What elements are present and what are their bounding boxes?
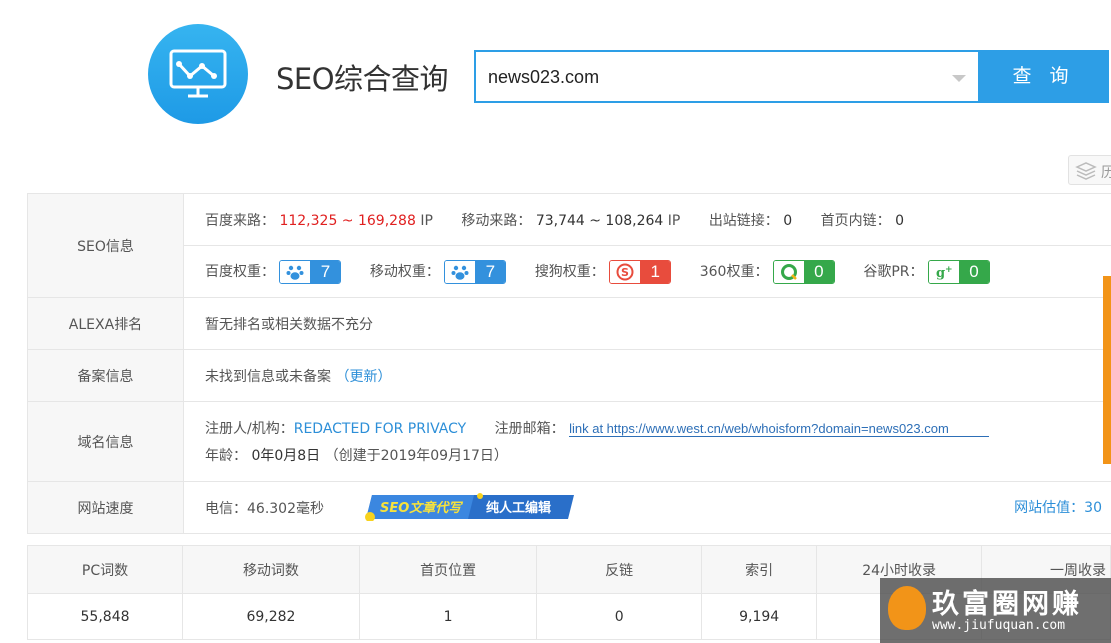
watermark-title: 玖富圈网赚 bbox=[932, 589, 1082, 620]
monitor-chart-icon bbox=[169, 49, 227, 98]
domain-row: 注册人/机构：REDACTED FOR PRIVACY 注册邮箱： link a… bbox=[183, 401, 1111, 482]
baidu-weight-badge[interactable]: 7 bbox=[279, 259, 342, 284]
registrant-label: 注册人/机构： bbox=[205, 420, 294, 437]
site-estimate-link[interactable]: 网站估值：30 bbox=[1014, 497, 1102, 517]
speed-value: 电信：46.302毫秒 bbox=[205, 500, 324, 517]
stats-value-pc[interactable]: 55,848 bbox=[26, 593, 184, 640]
site-logo[interactable] bbox=[148, 24, 248, 124]
mobile-traffic-value[interactable]: 73,744 ~ 108,264 bbox=[536, 213, 664, 229]
mobile-weight-label: 移动权重： bbox=[369, 263, 440, 280]
traffic-row: 百度来路： 112,325 ~ 169,288 IP 移动来路： 73,744 … bbox=[183, 193, 1111, 246]
mobile-weight-value: 7 bbox=[475, 260, 506, 283]
side-float-tab[interactable] bbox=[1103, 276, 1111, 464]
w360-label: 360权重： bbox=[699, 263, 769, 280]
stack-icon bbox=[1075, 162, 1097, 180]
sogou-weight-value: 1 bbox=[640, 260, 671, 283]
watermark-overlay: 玖富圈网赚 www.jiufuquan.com bbox=[880, 578, 1111, 643]
mobile-traffic-label: 移动来路： bbox=[461, 212, 532, 229]
beian-value: 未找到信息或未备案 bbox=[205, 368, 331, 385]
w360-badge[interactable]: 0 bbox=[772, 259, 835, 284]
stats-header-pc: PC词数 bbox=[26, 545, 184, 594]
created-date: （创建于2019年09月17日） bbox=[324, 447, 508, 464]
email-label: 注册邮箱： bbox=[494, 420, 565, 437]
internal-link-label: 首页内链： bbox=[820, 212, 891, 229]
sogou-weight-label: 搜狗权重： bbox=[534, 263, 605, 280]
outbound-value[interactable]: 0 bbox=[783, 213, 792, 229]
sogou-weight-badge[interactable]: S 1 bbox=[609, 259, 672, 284]
google-pr-badge[interactable]: g + 0 bbox=[927, 259, 990, 284]
baidu-traffic-value[interactable]: 112,325 ~ 169,288 bbox=[279, 213, 415, 229]
seo-article-banner[interactable]: SEO文章代写 纯人工编辑 bbox=[362, 493, 574, 521]
google-pr-label: 谷歌PR： bbox=[863, 263, 924, 280]
page-title: SEO综合查询 bbox=[276, 62, 449, 96]
alexa-label: ALEXA排名 bbox=[27, 297, 184, 350]
stats-value-mobile[interactable]: 69,282 bbox=[182, 593, 360, 640]
domain-label: 域名信息 bbox=[27, 401, 184, 482]
beian-label: 备案信息 bbox=[27, 349, 184, 402]
ip-unit-mobile: IP bbox=[667, 212, 681, 229]
baidu-weight-label: 百度权重： bbox=[205, 263, 275, 280]
stats-header-position: 首页位置 bbox=[358, 545, 538, 594]
search-input[interactable] bbox=[488, 64, 928, 90]
search-button[interactable]: 查 询 bbox=[978, 50, 1109, 103]
baidu-weight-value: 7 bbox=[310, 260, 341, 283]
history-label: 历 bbox=[1101, 165, 1111, 181]
w360-value: 0 bbox=[803, 260, 834, 283]
360-icon bbox=[780, 263, 797, 280]
baidu-traffic-label: 百度来路： bbox=[205, 212, 275, 229]
svg-text:+: + bbox=[945, 265, 953, 275]
history-button[interactable]: 历 bbox=[1068, 155, 1111, 185]
sogou-icon: S bbox=[616, 263, 634, 280]
stats-value-index[interactable]: 9,194 bbox=[700, 593, 818, 640]
google-pr-value: 0 bbox=[958, 260, 989, 283]
internal-link-value[interactable]: 0 bbox=[895, 213, 904, 229]
whois-email-link[interactable]: link at https://www.west.cn/web/whoisfor… bbox=[569, 420, 989, 437]
search-box bbox=[474, 50, 980, 103]
stats-header-backlinks: 反链 bbox=[536, 545, 702, 594]
stats-value-position[interactable]: 1 bbox=[358, 593, 538, 640]
weight-row: 百度权重： 7 移动权重： 7 搜狗权重： S 1 360权重： 0 谷歌PR： bbox=[183, 245, 1111, 298]
beian-update-link[interactable]: （更新） bbox=[335, 369, 391, 385]
seo-info-label: SEO信息 bbox=[27, 193, 184, 298]
beian-row: 未找到信息或未备案 （更新） bbox=[183, 349, 1111, 402]
stats-header-mobile: 移动词数 bbox=[182, 545, 360, 594]
registrant-link[interactable]: REDACTED FOR PRIVACY bbox=[294, 421, 466, 437]
speed-label: 网站速度 bbox=[27, 481, 184, 534]
outbound-label: 出站链接： bbox=[708, 212, 779, 229]
fox-logo-icon bbox=[888, 586, 926, 630]
banner-text-2: 纯人工编辑 bbox=[486, 500, 551, 516]
svg-text:g: g bbox=[936, 266, 945, 281]
stats-header-index: 索引 bbox=[700, 545, 818, 594]
speed-row: 电信：46.302毫秒 SEO文章代写 纯人工编辑 网站估值：30 bbox=[183, 481, 1111, 534]
mobile-weight-badge[interactable]: 7 bbox=[444, 259, 507, 284]
dropdown-caret-icon[interactable] bbox=[952, 75, 966, 82]
banner-text-1: SEO文章代写 bbox=[380, 500, 463, 516]
watermark-url: www.jiufuquan.com bbox=[932, 618, 1066, 633]
age-value: 0年0月8日 bbox=[251, 447, 321, 464]
seo-info-table: SEO信息 百度来路： 112,325 ~ 169,288 IP 移动来路： 7… bbox=[27, 193, 1111, 534]
baidu-paw-icon bbox=[451, 265, 469, 280]
google-plus-icon: g + bbox=[936, 265, 953, 281]
svg-text:S: S bbox=[621, 266, 629, 279]
age-label: 年龄： bbox=[205, 447, 247, 464]
stats-value-backlinks[interactable]: 0 bbox=[536, 593, 702, 640]
ip-unit: IP bbox=[420, 212, 433, 229]
baidu-paw-icon bbox=[286, 265, 304, 280]
alexa-value: 暂无排名或相关数据不充分 bbox=[183, 297, 1111, 350]
